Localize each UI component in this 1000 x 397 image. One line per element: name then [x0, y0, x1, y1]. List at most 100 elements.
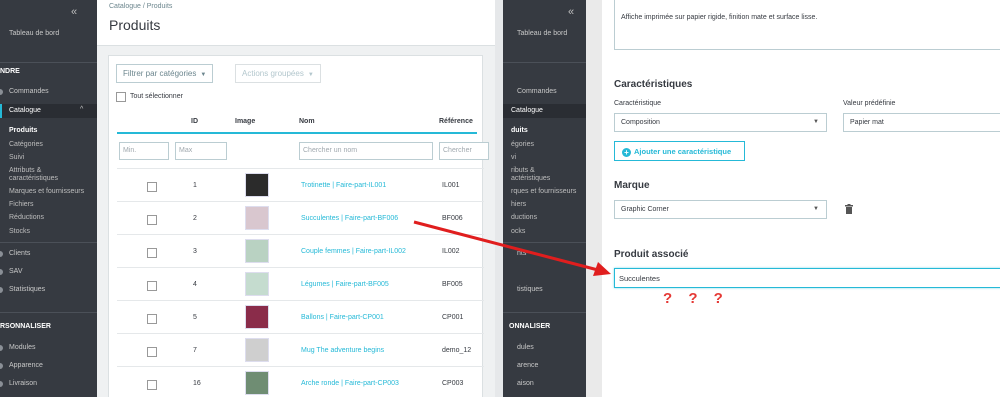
sidebar-subitem-stocks[interactable]: Stocks — [9, 228, 30, 236]
row-name-link[interactable]: Ballons | Faire-part-CP001 — [301, 314, 384, 321]
sidebar-subitem-attributes[interactable]: ributs & — [511, 167, 535, 175]
sidebar-item-sav[interactable]: SAV — [9, 268, 23, 275]
sidebar-item-clients[interactable]: Clients — [9, 250, 30, 257]
divider — [0, 62, 97, 63]
row-checkbox[interactable] — [147, 215, 157, 225]
sidebar-subitem-categories[interactable]: égories — [511, 141, 534, 149]
id-max-input[interactable]: Max — [175, 142, 227, 160]
sidebar-subitem-attributes[interactable]: Attributs & — [9, 167, 41, 175]
row-reference: BF005 — [442, 281, 463, 288]
sidebar-subitem-discounts[interactable]: ductions — [511, 214, 537, 222]
sidebar-subitem-products[interactable]: duits — [511, 127, 528, 135]
bulk-actions-label: Actions groupées — [242, 69, 304, 78]
stats-icon — [0, 287, 3, 293]
sidebar-item-stats[interactable]: tistiques — [517, 286, 543, 293]
scrollbar[interactable] — [495, 0, 503, 397]
reference-search-input[interactable]: Chercher — [439, 142, 489, 160]
row-reference: IL001 — [442, 182, 460, 189]
divider — [503, 242, 586, 243]
sidebar-item-dashboard[interactable]: Tableau de bord — [9, 30, 59, 37]
feature-label: Caractéristique — [614, 100, 662, 107]
row-name-link[interactable]: Mug The adventure begins — [301, 347, 384, 354]
table-row[interactable]: 4 Légumes | Faire-part-BF005 BF005 — [117, 267, 484, 300]
sidebar-item-appearance[interactable]: Apparence — [9, 362, 43, 369]
divider — [503, 62, 586, 63]
row-id: 7 — [193, 347, 197, 354]
sidebar-subitem-products[interactable]: Produits — [9, 127, 37, 135]
sidebar-item-dashboard[interactable]: Tableau de bord — [517, 30, 567, 37]
select-all-checkbox[interactable] — [116, 92, 126, 102]
sidebar-subitem-tracking[interactable]: Suivi — [9, 154, 24, 162]
row-checkbox[interactable] — [147, 248, 157, 258]
row-checkbox[interactable] — [147, 347, 157, 357]
column-reference[interactable]: Référence — [439, 118, 473, 125]
row-id: 2 — [193, 215, 197, 222]
scrollbar[interactable] — [586, 0, 602, 397]
filter-categories-label: Filtrer par catégories — [123, 69, 197, 78]
related-product-input[interactable]: Succulentes — [614, 268, 1000, 288]
sidebar-subitem-discounts[interactable]: Réductions — [9, 214, 44, 222]
sidebar-subitem-brands[interactable]: Marques et fournisseurs — [9, 188, 84, 196]
row-checkbox[interactable] — [147, 281, 157, 291]
sidebar-item-stats[interactable]: Statistiques — [9, 286, 45, 293]
add-feature-button[interactable]: + Ajouter une caractéristique — [614, 141, 745, 161]
row-name-link[interactable]: Succulentes | Faire-part-BF006 — [301, 215, 398, 222]
trash-icon[interactable] — [845, 204, 853, 214]
preset-value-select[interactable]: Papier mat — [843, 113, 1000, 132]
sidebar-item-catalog[interactable]: Catalogue — [511, 107, 543, 114]
table-row[interactable]: 7 Mug The adventure begins demo_12 — [117, 333, 484, 366]
row-name-link[interactable]: Trotinette | Faire-part-IL001 — [301, 182, 386, 189]
sidebar-item-clients[interactable]: nts — [517, 250, 526, 257]
sidebar-item-catalog[interactable]: Catalogue — [9, 107, 41, 114]
column-name[interactable]: Nom — [299, 118, 315, 125]
feature-select[interactable]: Composition ▼ — [614, 113, 827, 132]
sidebar-subitem-brands[interactable]: rques et fournisseurs — [511, 188, 576, 196]
sidebar-item-shipping[interactable]: Livraison — [9, 380, 37, 387]
breadcrumb[interactable]: Catalogue / Produits — [109, 3, 172, 10]
bulk-actions-button[interactable]: Actions groupées ▼ — [235, 64, 321, 83]
related-product-title: Produit associé — [614, 249, 689, 260]
table-row[interactable]: 2 Succulentes | Faire-part-BF006 BF006 — [117, 201, 484, 234]
sidebar-subitem-files[interactable]: hiers — [511, 201, 526, 209]
sidebar-item-orders[interactable]: Commandes — [517, 88, 557, 95]
id-min-input[interactable]: Min. — [119, 142, 169, 160]
row-id: 5 — [193, 314, 197, 321]
row-name-link[interactable]: Légumes | Faire-part-BF005 — [301, 281, 389, 288]
brand-select[interactable]: Graphic Corner ▼ — [614, 200, 827, 219]
annotation-question-marks: ? ? ? — [663, 290, 729, 307]
table-row[interactable]: 1 Trotinette | Faire-part-IL001 IL001 — [117, 168, 484, 201]
modules-icon — [0, 345, 3, 351]
collapse-icon[interactable]: « — [568, 6, 574, 18]
table-row[interactable]: 3 Couple femmes | Faire-part-IL002 IL002 — [117, 234, 484, 267]
sidebar-item-shipping[interactable]: aison — [517, 380, 534, 387]
row-name-link[interactable]: Arche ronde | Faire-part-CP003 — [301, 380, 399, 387]
section-header-sell: NDRE — [0, 68, 20, 75]
table-row[interactable]: 16 Arche ronde | Faire-part-CP003 CP003 — [117, 366, 484, 397]
sidebar-item-appearance[interactable]: arence — [517, 362, 538, 369]
description-editor[interactable]: Affiche imprimée sur papier rigide, fini… — [614, 0, 1000, 50]
sidebar-subitem-files[interactable]: Fichiers — [9, 201, 34, 209]
divider — [503, 312, 586, 313]
page-title: Produits — [109, 17, 161, 33]
name-search-input[interactable]: Chercher un nom — [299, 142, 433, 160]
sidebar-item-orders[interactable]: Commandes — [9, 88, 49, 95]
sidebar-item-modules[interactable]: dules — [517, 344, 534, 351]
collapse-icon[interactable]: « — [71, 6, 77, 18]
row-checkbox[interactable] — [147, 380, 157, 390]
filter-categories-button[interactable]: Filtrer par catégories ▼ — [116, 64, 214, 83]
sidebar-subitem-categories[interactable]: Catégories — [9, 141, 43, 149]
table-row[interactable]: 5 Ballons | Faire-part-CP001 CP001 — [117, 300, 484, 333]
product-thumbnail — [245, 239, 269, 263]
sidebar-subitem-attributes-2[interactable]: caractéristiques — [9, 175, 58, 183]
shipping-icon — [0, 381, 3, 387]
row-checkbox[interactable] — [147, 314, 157, 324]
sidebar-item-modules[interactable]: Modules — [9, 344, 35, 351]
sidebar-subitem-tracking[interactable]: vi — [511, 154, 516, 162]
chevron-up-icon: ^ — [80, 106, 84, 113]
plus-icon: + — [622, 148, 631, 157]
column-id[interactable]: ID — [191, 118, 198, 125]
row-checkbox[interactable] — [147, 182, 157, 192]
sidebar-subitem-stocks[interactable]: ocks — [511, 228, 525, 236]
row-name-link[interactable]: Couple femmes | Faire-part-IL002 — [301, 248, 406, 255]
sidebar-subitem-attributes-2[interactable]: actéristiques — [511, 175, 550, 183]
